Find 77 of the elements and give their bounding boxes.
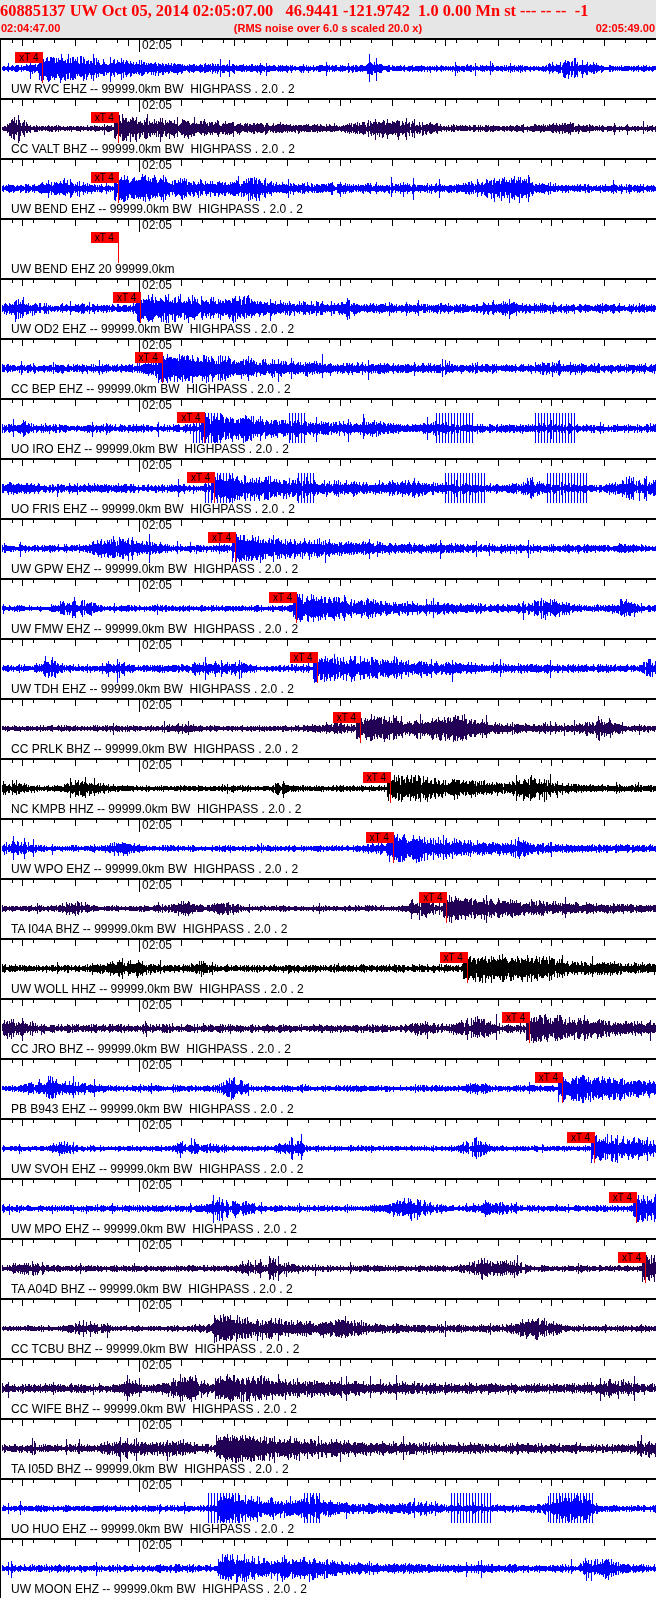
time-label: 02:05: [142, 99, 173, 112]
channel-label: CC TCBU BHZ -- 99999.0km BW HIGHPASS . 2.0 . 2: [11, 1343, 300, 1356]
time-label: 02:05: [142, 1419, 173, 1432]
end-time: 02:05:49.00: [595, 21, 655, 35]
pick-flag: xT 4: [609, 1192, 636, 1203]
time-label: 02:05: [142, 699, 173, 712]
pick-flag: xT 4: [332, 712, 360, 723]
pick-flag: xT 4: [15, 52, 43, 63]
time-label: 02:05: [142, 1539, 173, 1552]
channel-label: UW OD2 EHZ -- 99999.0km BW HIGHPASS . 2.0 . 2: [11, 323, 295, 336]
channel-label: UW BEND EHZ 20 99999.0km: [11, 263, 175, 276]
channel-label: PB B943 EHZ -- 99999.0km BW HIGHPASS . 2.0 . 2: [11, 1103, 294, 1116]
time-label: 02:05: [142, 1359, 173, 1372]
pick-flag: xT 4: [134, 352, 162, 363]
pick-flag: xT 4: [90, 172, 118, 183]
channel-label: CC BEP EHZ -- 99999.0km BW HIGHPASS . 2.0 . 2: [11, 383, 291, 396]
pick-flag: xT 4: [90, 232, 118, 243]
pick-flag: xT 4: [439, 952, 467, 963]
pick-flag: xT 4: [419, 892, 447, 903]
time-label: 02:05: [142, 219, 173, 232]
time-label: 02:05: [142, 159, 173, 172]
time-label: 02:05: [142, 1299, 173, 1312]
channel-label: UW WPO EHZ -- 99999.0km BW HIGHPASS . 2.0 . 2: [11, 863, 299, 876]
channel-label: UW GPW EHZ -- 99999.0km BW HIGHPASS . 2.0 . 2: [11, 563, 299, 576]
time-label: 02:05: [142, 999, 173, 1012]
channel-label: UW FMW EHZ -- 99999.0km BW HIGHPASS . 2.0 . 2: [11, 623, 299, 636]
time-label: 02:05: [142, 279, 173, 292]
time-label: 02:05: [142, 339, 173, 352]
channel-label: UW WOLL HHZ -- 99999.0km BW HIGHPASS . 2.0 . 2: [11, 983, 304, 996]
pick-flag: xT 4: [502, 1012, 530, 1023]
time-label: 02:05: [142, 819, 173, 832]
time-label: 02:05: [142, 399, 173, 412]
time-label: 02:05: [142, 759, 173, 772]
time-label: 02:05: [142, 639, 173, 652]
time-label: 02:05: [142, 459, 173, 472]
time-label: 02:05: [142, 1239, 173, 1252]
channel-label: CC PRLK BHZ -- 99999.0km BW HIGHPASS . 2.0 . 2: [11, 743, 299, 756]
channel-label: CC JRO BHZ -- 99999.0km BW HIGHPASS . 2.0 . 2: [11, 1043, 291, 1056]
channel-label: UW RVC EHZ -- 99999.0km BW HIGHPASS . 2.0 . 2: [11, 83, 295, 96]
channel-label: UW SVOH EHZ -- 99999.0km BW HIGHPASS . 2.0 . 2: [11, 1163, 304, 1176]
pick-flag: xT 4: [534, 1072, 562, 1083]
pick-flag: xT 4: [208, 532, 236, 543]
channel-label: UW TDH EHZ -- 99999.0km BW HIGHPASS . 2.0 . 2: [11, 683, 294, 696]
time-label: 02:05: [142, 1119, 173, 1132]
pick-flag: xT 4: [618, 1252, 646, 1263]
pick-flag: xT 4: [365, 832, 393, 843]
channel-label: UW BEND EHZ -- 99999.0km BW HIGHPASS . 2.0 . 2: [11, 203, 303, 216]
channel-label: CC WIFE BHZ -- 99999.0km BW HIGHPASS . 2.0 . 2: [11, 1403, 297, 1416]
pick-flag: xT 4: [113, 292, 141, 303]
pick-flag: xT 4: [269, 592, 297, 603]
pick-flag: xT 4: [289, 652, 317, 663]
channel-label: UW MOON EHZ -- 99999.0km BW HIGHPASS . 2.0 . 2: [11, 1583, 307, 1596]
time-label: 02:05: [142, 579, 173, 592]
time-label: 02:05: [142, 1059, 173, 1072]
pick-flag: xT 4: [90, 112, 118, 123]
channel-label: UO FRIS EHZ -- 99999.0km BW HIGHPASS . 2.0 . 2: [11, 503, 295, 516]
channel-label: TA I05D BHZ -- 99999.0km BW HIGHPASS . 2.0 . 2: [11, 1463, 289, 1476]
time-label: 02:05: [142, 519, 173, 532]
pick-flag: xT 4: [177, 412, 205, 423]
time-label: 02:05: [142, 1479, 173, 1492]
channel-label: UO IRO EHZ -- 99999.0km BW HIGHPASS . 2.0 . 2: [11, 443, 289, 456]
channel-label: UW MPO EHZ -- 99999.0km BW HIGHPASS . 2.0 . 2: [11, 1223, 297, 1236]
scale-note: (RMS noise over 6.0 s scaled 20.0 x): [233, 21, 423, 35]
time-label: 02:05: [142, 1179, 173, 1192]
event-title: 60885137 UW Oct 05, 2014 02:05:07.00 46.9441 -121.9742 1.0 0.00 Mn st --- -- -- -1: [0, 1, 589, 21]
channel-label: NC KMPB HHZ -- 99999.0km BW HIGHPASS . 2.0 . 2: [11, 803, 302, 816]
pick-flag: xT 4: [363, 772, 390, 783]
channel-label: TA I04A BHZ -- 99999.0km BW HIGHPASS . 2.0 . 2: [11, 923, 288, 936]
pick-flag: xT 4: [567, 1132, 594, 1143]
time-label: 02:05: [142, 939, 173, 952]
start-time: 02:04:47.00: [1, 21, 61, 35]
channel-label: TA A04D BHZ -- 99999.0km BW HIGHPASS . 2.0 . 2: [11, 1283, 293, 1296]
channel-label: UO HUO EHZ -- 99999.0km BW HIGHPASS . 2.0 . 2: [11, 1523, 295, 1536]
pick-flag: xT 4: [187, 472, 215, 483]
time-label: 02:05: [142, 39, 173, 52]
channel-label: CC VALT BHZ -- 99999.0km BW HIGHPASS . 2.0 . 2: [11, 143, 295, 156]
time-label: 02:05: [142, 879, 173, 892]
